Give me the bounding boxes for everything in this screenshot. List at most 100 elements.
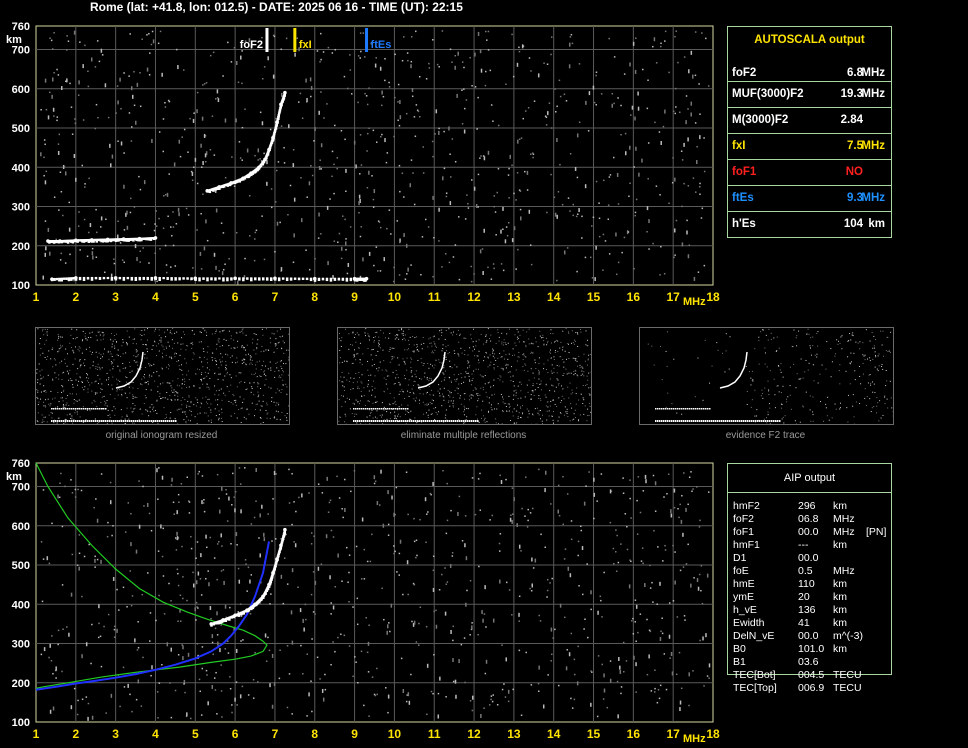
noise-dot: [565, 100, 568, 102]
noise-dot: [838, 370, 840, 372]
noise-dot: [392, 403, 394, 405]
noise-dot: [45, 389, 47, 391]
noise-dot: [215, 390, 217, 392]
noise-dot: [87, 388, 89, 390]
noise-dot: [99, 378, 101, 380]
noise-dot: [317, 566, 320, 571]
noise-dot: [569, 210, 571, 212]
noise-dot: [445, 414, 447, 416]
noise-dot: [707, 491, 710, 493]
noise-dot: [123, 72, 125, 74]
noise-dot: [324, 673, 326, 676]
noise-dot: [207, 570, 209, 572]
noise-dot: [356, 353, 358, 355]
noise-dot: [157, 386, 159, 388]
noise-dot: [117, 365, 119, 367]
noise-dot: [543, 368, 545, 370]
noise-dot: [217, 378, 219, 380]
noise-dot: [859, 403, 861, 405]
noise-dot: [116, 628, 118, 633]
noise-dot: [537, 682, 540, 685]
noise-dot: [252, 338, 254, 340]
noise-dot: [588, 471, 590, 473]
noise-dot: [94, 66, 97, 68]
noise-dot: [334, 650, 336, 653]
trace-point: [297, 277, 301, 281]
noise-dot: [446, 350, 448, 352]
noise-dot: [394, 338, 396, 340]
noise-dot: [203, 412, 205, 414]
noise-dot: [96, 40, 99, 42]
noise-dot: [68, 201, 71, 204]
noise-dot: [385, 383, 387, 385]
noise-dot: [530, 398, 532, 400]
noise-dot: [147, 380, 149, 382]
noise-dot: [600, 473, 603, 475]
trace-point: [435, 420, 437, 422]
noise-dot: [95, 367, 97, 369]
noise-dot: [453, 400, 455, 402]
noise-dot: [173, 389, 175, 391]
noise-dot: [789, 385, 791, 387]
noise-dot: [332, 605, 335, 610]
noise-dot: [274, 370, 276, 372]
noise-dot: [131, 710, 133, 713]
noise-dot: [834, 353, 836, 355]
noise-dot: [263, 258, 266, 261]
noise-dot: [692, 488, 694, 490]
noise-dot: [224, 118, 227, 123]
noise-dot: [177, 398, 179, 400]
noise-dot: [61, 378, 63, 380]
noise-dot: [632, 633, 635, 635]
noise-dot: [567, 566, 570, 571]
noise-dot: [687, 108, 689, 110]
noise-dot: [43, 405, 45, 407]
noise-dot: [382, 95, 385, 98]
noise-dot: [551, 364, 553, 366]
noise-dot: [458, 659, 460, 664]
noise-dot: [608, 176, 611, 178]
trace-point: [145, 420, 147, 422]
noise-dot: [321, 492, 324, 494]
noise-dot: [449, 563, 452, 568]
noise-dot: [522, 45, 525, 47]
noise-dot: [672, 110, 675, 113]
noise-dot: [673, 358, 675, 360]
noise-dot: [479, 49, 482, 54]
noise-dot: [368, 390, 370, 392]
noise-dot: [559, 603, 562, 608]
noise-dot: [78, 399, 80, 401]
noise-dot: [414, 135, 417, 138]
noise-dot: [44, 356, 46, 358]
noise-dot: [527, 519, 529, 522]
noise-dot: [76, 564, 79, 566]
noise-dot: [392, 371, 394, 373]
noise-dot: [306, 97, 308, 102]
noise-dot: [232, 403, 234, 405]
noise-dot: [492, 618, 495, 623]
noise-dot: [573, 343, 575, 345]
noise-dot: [497, 357, 499, 359]
noise-dot: [39, 383, 41, 385]
noise-dot: [320, 58, 322, 61]
noise-dot: [49, 709, 52, 714]
noise-dot: [557, 351, 559, 353]
noise-dot: [359, 403, 361, 405]
noise-dot: [116, 588, 118, 591]
noise-dot: [602, 698, 605, 700]
trace-point: [70, 277, 73, 281]
marker-label: ftEs: [371, 39, 392, 51]
noise-dot: [77, 488, 79, 491]
noise-dot: [264, 384, 266, 386]
noise-dot: [89, 367, 91, 369]
noise-dot: [183, 418, 185, 420]
noise-dot: [461, 61, 464, 63]
noise-dot: [367, 400, 369, 402]
noise-dot: [112, 368, 114, 370]
noise-dot: [149, 52, 151, 54]
noise-dot: [169, 395, 171, 397]
noise-dot: [210, 617, 212, 620]
noise-dot: [554, 350, 556, 352]
noise-dot: [366, 385, 368, 387]
noise-dot: [338, 338, 340, 340]
